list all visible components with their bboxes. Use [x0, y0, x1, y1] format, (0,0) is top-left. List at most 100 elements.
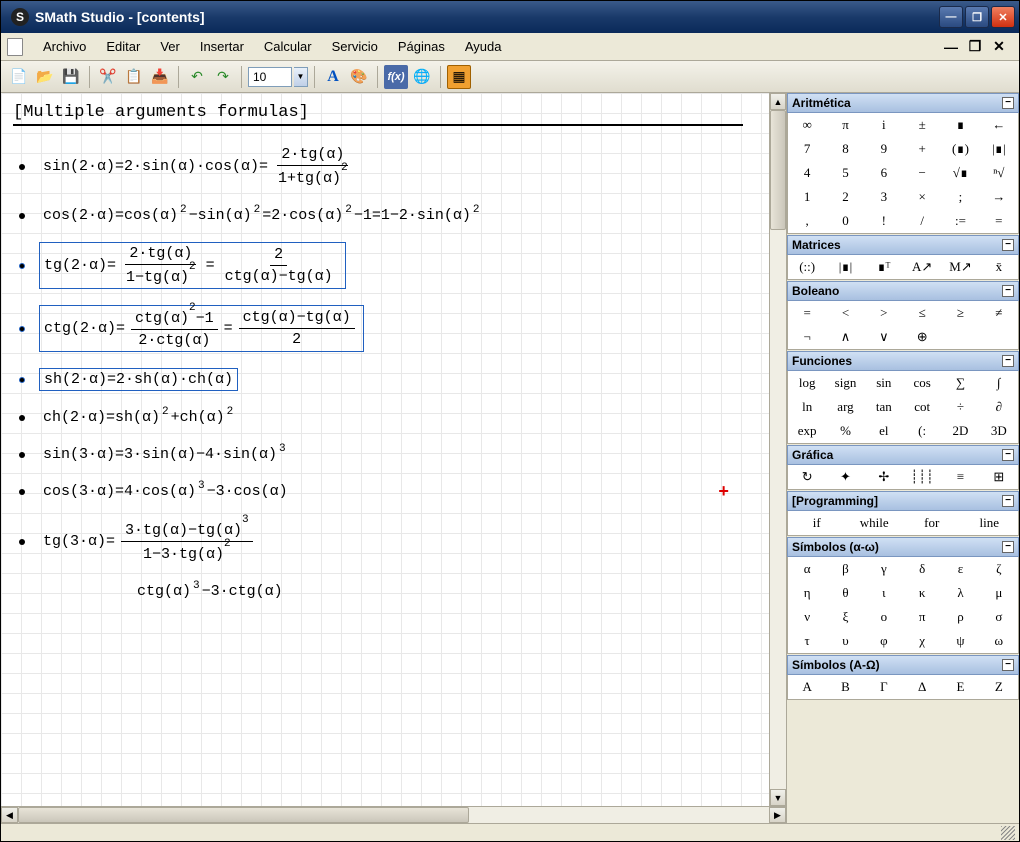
palette-cell[interactable]: →: [980, 185, 1018, 209]
palette-cell[interactable]: υ: [826, 629, 864, 653]
formula[interactable]: cos(2·α)=cos(α)2−sin(α)2=2·cos(α)2−1=1−2…: [39, 205, 484, 226]
palette-cell[interactable]: ┊┊┊: [903, 465, 941, 489]
copy-icon[interactable]: 📋: [122, 65, 146, 89]
palette-cell[interactable]: exp: [788, 419, 826, 443]
palette-cell[interactable]: ∧: [826, 325, 864, 349]
palette-cell[interactable]: ∨: [865, 325, 903, 349]
palette-cell[interactable]: arg: [826, 395, 864, 419]
palette-cell[interactable]: 8: [826, 137, 864, 161]
undo-icon[interactable]: ↶: [185, 65, 209, 89]
palette-cell[interactable]: ↻: [788, 465, 826, 489]
new-icon[interactable]: 📄: [7, 65, 31, 89]
palette-cell[interactable]: ±: [903, 113, 941, 137]
horizontal-scrollbar[interactable]: ◀ ▶: [1, 806, 786, 823]
palette-cell[interactable]: β: [826, 557, 864, 581]
panel-icon[interactable]: ▦: [447, 65, 471, 89]
palette-cell[interactable]: 2: [826, 185, 864, 209]
palette-cell[interactable]: 3D: [980, 419, 1018, 443]
palette-cell[interactable]: γ: [865, 557, 903, 581]
palette-cell[interactable]: =: [788, 301, 826, 325]
palette-cell[interactable]: Γ: [865, 675, 903, 699]
palette-cell[interactable]: π: [826, 113, 864, 137]
palette-cell[interactable]: A↗: [903, 255, 941, 279]
palette-cell[interactable]: Β: [826, 675, 864, 699]
palette-cell[interactable]: ο: [865, 605, 903, 629]
palette-cell[interactable]: ≤: [903, 301, 941, 325]
redo-icon[interactable]: ↷: [211, 65, 235, 89]
palette-cell[interactable]: τ: [788, 629, 826, 653]
collapse-icon[interactable]: −: [1002, 541, 1014, 553]
palette-cell[interactable]: ∎ᵀ: [865, 255, 903, 279]
palette-cell[interactable]: ln: [788, 395, 826, 419]
font-color-icon[interactable]: A: [321, 65, 345, 89]
collapse-icon[interactable]: −: [1002, 97, 1014, 109]
palette-cell[interactable]: Α: [788, 675, 826, 699]
palette-cell[interactable]: >: [865, 301, 903, 325]
collapse-icon[interactable]: −: [1002, 449, 1014, 461]
palette-cell[interactable]: χ: [903, 629, 941, 653]
palette-cell[interactable]: ÷: [941, 395, 979, 419]
palette-cell[interactable]: 3: [865, 185, 903, 209]
palette-cell[interactable]: |∎|: [826, 255, 864, 279]
menu-paginas[interactable]: Páginas: [388, 35, 455, 58]
mdi-minimize[interactable]: —: [943, 39, 959, 55]
menu-editar[interactable]: Editar: [96, 35, 150, 58]
palette-cell[interactable]: +: [903, 137, 941, 161]
palette-cell[interactable]: cot: [903, 395, 941, 419]
scroll-right-icon[interactable]: ▶: [769, 807, 786, 823]
palette-cell[interactable]: δ: [903, 557, 941, 581]
palette-cell[interactable]: ξ: [826, 605, 864, 629]
save-icon[interactable]: 💾: [59, 65, 83, 89]
palette-cell[interactable]: ζ: [980, 557, 1018, 581]
palette-cell[interactable]: ∫: [980, 371, 1018, 395]
palette-cell[interactable]: ∎: [941, 113, 979, 137]
palette-cell[interactable]: √∎: [941, 161, 979, 185]
menu-ayuda[interactable]: Ayuda: [455, 35, 512, 58]
palette-cell[interactable]: el: [865, 419, 903, 443]
palette-cell[interactable]: ≠: [980, 301, 1018, 325]
palette-cell[interactable]: =: [980, 209, 1018, 233]
palette-cell[interactable]: if: [788, 511, 846, 535]
menu-servicio[interactable]: Servicio: [322, 35, 388, 58]
palette-cell[interactable]: 6: [865, 161, 903, 185]
palette-cell[interactable]: ✦: [826, 465, 864, 489]
formula[interactable]: ctg(α)3−3·ctg(α): [133, 581, 287, 602]
palette-cell[interactable]: ψ: [941, 629, 979, 653]
palette-cell[interactable]: ε: [941, 557, 979, 581]
palette-cell[interactable]: [980, 325, 1018, 349]
scroll-left-icon[interactable]: ◀: [1, 807, 18, 823]
palette-cell[interactable]: 2D: [941, 419, 979, 443]
palette-cell[interactable]: Ε: [941, 675, 979, 699]
collapse-icon[interactable]: −: [1002, 239, 1014, 251]
palette-cell[interactable]: Ζ: [980, 675, 1018, 699]
open-icon[interactable]: 📂: [33, 65, 57, 89]
resize-grip-icon[interactable]: [1001, 826, 1015, 840]
palette-cell[interactable]: cos: [903, 371, 941, 395]
palette-cell[interactable]: κ: [903, 581, 941, 605]
formula[interactable]: sin(2·α)=2·sin(α)·cos(α)= 2·tg(α)1+tg(α)…: [39, 144, 360, 189]
palette-cell[interactable]: (:: [903, 419, 941, 443]
palette-cell[interactable]: ✢: [865, 465, 903, 489]
palette-cell[interactable]: sign: [826, 371, 864, 395]
palette-cell[interactable]: |∎|: [980, 137, 1018, 161]
globe-icon[interactable]: 🌐: [410, 65, 434, 89]
mdi-restore[interactable]: ❐: [967, 39, 983, 55]
palette-cell[interactable]: %: [826, 419, 864, 443]
maximize-button[interactable]: ❐: [965, 6, 989, 28]
menu-calcular[interactable]: Calcular: [254, 35, 322, 58]
scroll-up-icon[interactable]: ▲: [770, 93, 786, 110]
collapse-icon[interactable]: −: [1002, 659, 1014, 671]
canvas[interactable]: [Multiple arguments formulas] sin(2·α)=2…: [1, 93, 769, 806]
palette-cell[interactable]: ←: [980, 113, 1018, 137]
palette-cell[interactable]: ¬: [788, 325, 826, 349]
palette-cell[interactable]: i: [865, 113, 903, 137]
palette-cell[interactable]: tan: [865, 395, 903, 419]
collapse-icon[interactable]: −: [1002, 355, 1014, 367]
vertical-scrollbar[interactable]: ▲ ▼: [769, 93, 786, 806]
formula-selected[interactable]: tg(2·α)= 2·tg(α)1−tg(α)2 = 2ctg(α)−tg(α): [39, 242, 346, 289]
palette-cell[interactable]: ⊞: [980, 465, 1018, 489]
palette-cell[interactable]: /: [903, 209, 941, 233]
palette-cell[interactable]: η: [788, 581, 826, 605]
palette-cell[interactable]: M↗: [941, 255, 979, 279]
minimize-button[interactable]: —: [939, 6, 963, 28]
